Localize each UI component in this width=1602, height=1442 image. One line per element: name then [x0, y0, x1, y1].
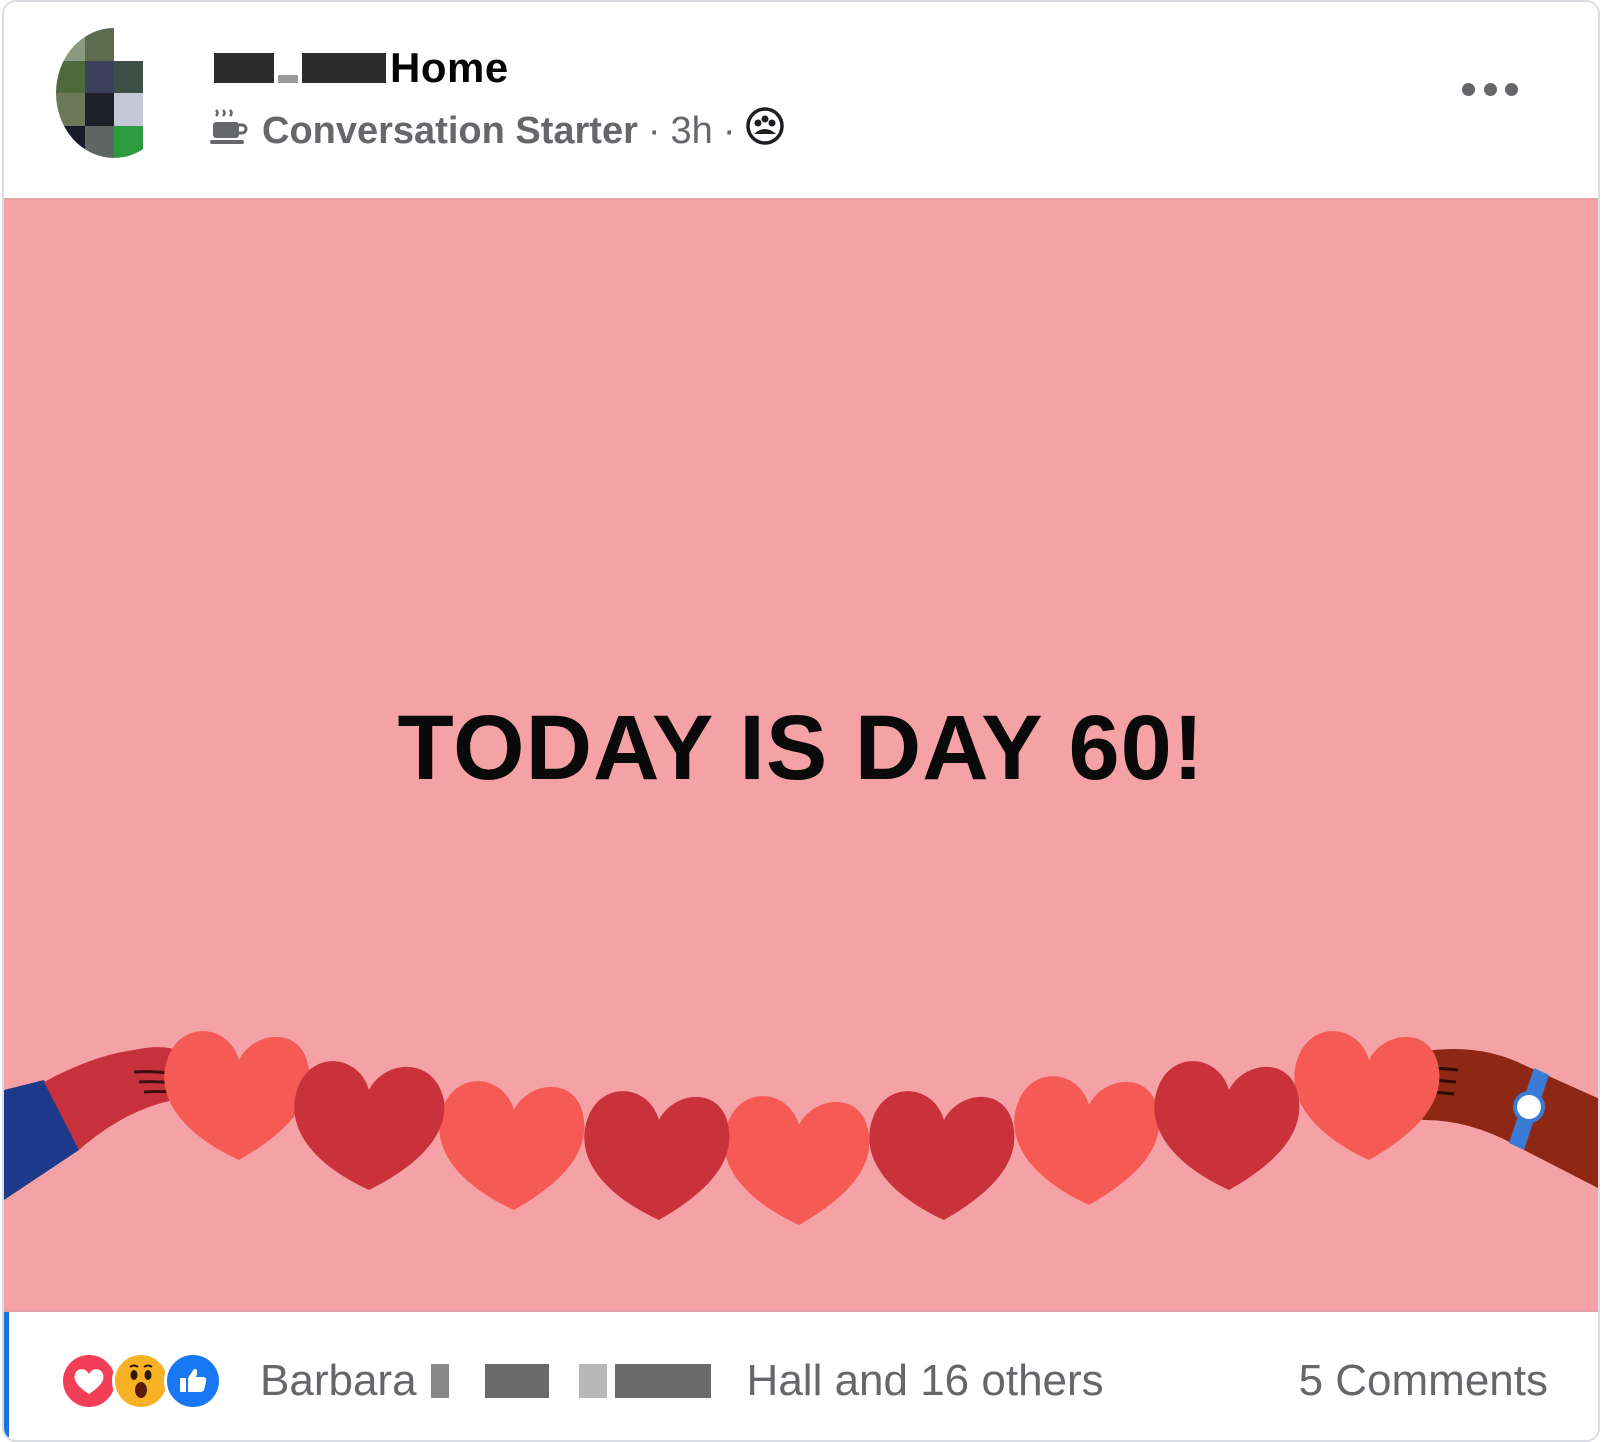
wow-reaction-icon — [112, 1352, 170, 1410]
post-background: TODAY IS DAY 60! — [4, 200, 1598, 1310]
redacted-text — [278, 75, 298, 83]
more-options-icon[interactable] — [1462, 74, 1518, 104]
post-header: Home Conversation Starter · 3h · — [4, 2, 1598, 198]
like-reaction-icon — [164, 1352, 222, 1410]
post-footer: Barbara Hall and 16 others 5 Comments — [4, 1310, 1598, 1440]
redacted-text — [214, 53, 274, 83]
focus-accent — [4, 1312, 9, 1440]
redacted-text — [430, 1364, 449, 1398]
comments-count-link[interactable]: 5 Comments — [1299, 1352, 1548, 1410]
reactions-summary[interactable] — [60, 1352, 222, 1410]
reactor-names-tail: Hall and 16 others — [746, 1356, 1104, 1405]
coffee-cup-icon — [210, 106, 248, 156]
group-name[interactable]: Home — [214, 42, 509, 94]
post-meta: Conversation Starter · 3h · — [210, 106, 785, 156]
group-name-label: Home — [390, 44, 509, 91]
redacted-text — [614, 1364, 711, 1398]
group-members-icon[interactable] — [745, 106, 785, 156]
hearts-garland-illustration — [4, 1031, 1598, 1225]
separator: · — [722, 109, 736, 152]
post-card: Home Conversation Starter · 3h · TODAY I… — [2, 0, 1600, 1442]
post-time[interactable]: 3h — [671, 110, 713, 153]
love-reaction-icon — [60, 1352, 118, 1410]
redacted-text — [302, 53, 386, 83]
group-avatar[interactable] — [56, 28, 172, 158]
reactor-name: Barbara — [260, 1356, 417, 1405]
redacted-text — [578, 1364, 607, 1398]
badge-label[interactable]: Conversation Starter — [262, 110, 638, 153]
post-body-text: TODAY IS DAY 60! — [397, 697, 1205, 799]
separator: · — [647, 109, 661, 152]
reaction-names[interactable]: Barbara Hall and 16 others — [260, 1352, 1104, 1410]
redacted-text — [484, 1364, 549, 1398]
